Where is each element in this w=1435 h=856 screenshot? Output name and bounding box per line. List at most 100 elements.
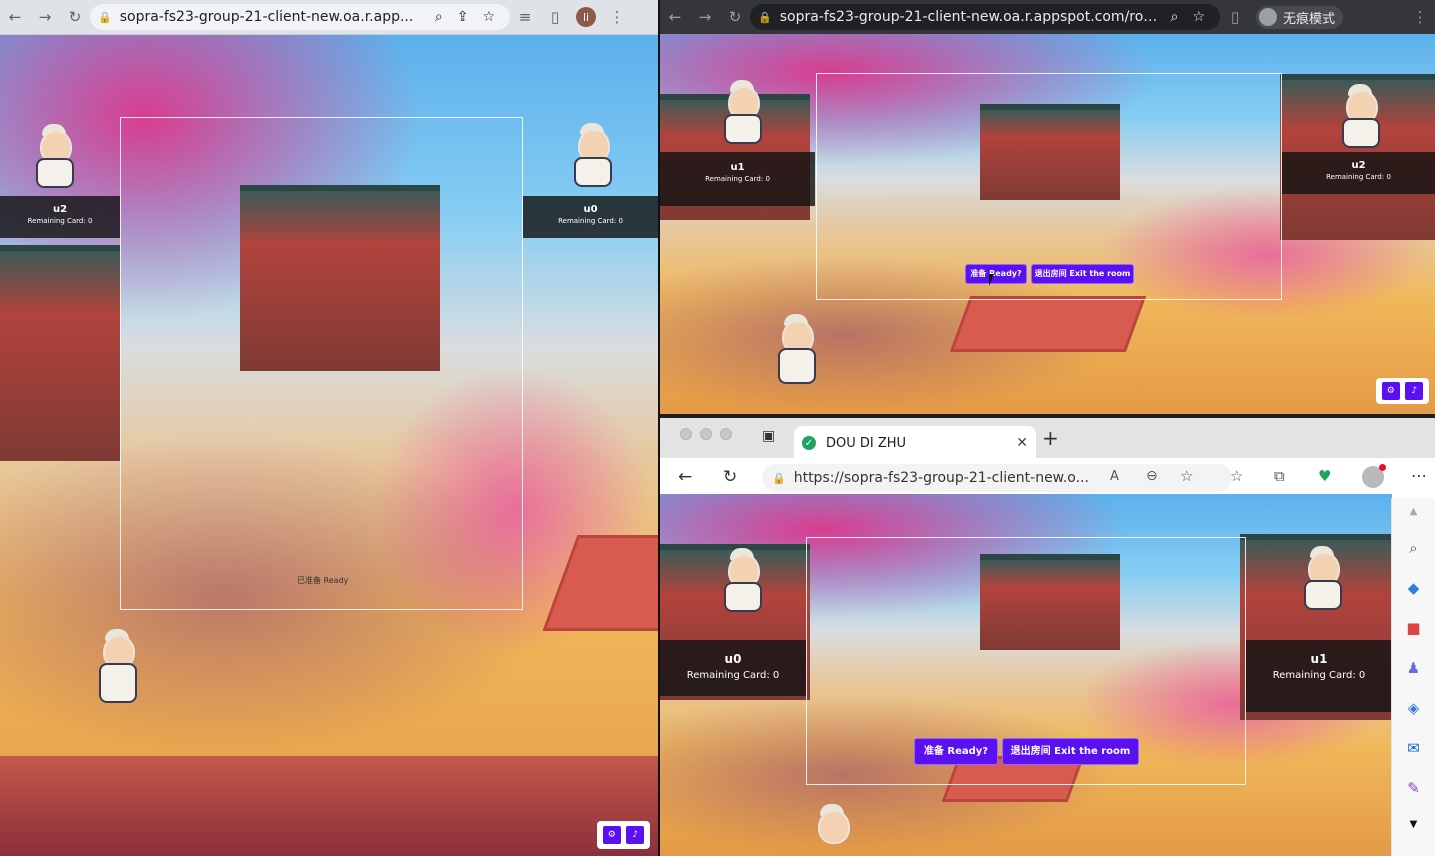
reload-icon[interactable]: ↻ — [723, 467, 737, 487]
search-icon[interactable]: ⌕ — [1409, 539, 1417, 557]
tools-icon[interactable]: ■ — [1406, 619, 1420, 637]
url-text: sopra-fs23-group-21-client-new.oa.r.apps… — [779, 9, 1164, 25]
self-avatar-sprite — [774, 314, 818, 386]
player-avatar-sprite — [1300, 546, 1344, 612]
zoom-out-icon[interactable]: ⊖ — [1146, 468, 1158, 484]
background-building — [0, 245, 120, 461]
close-tab-icon[interactable]: ✕ — [1016, 435, 1028, 451]
game-table-area: 准备 Ready? 退出房间 Exit the room — [816, 73, 1282, 300]
address-bar[interactable]: 🔒 sopra-fs23-group-21-client-new.oa.r.ap… — [750, 4, 1220, 30]
self-avatar-sprite — [95, 629, 139, 705]
sidepanel-icon[interactable]: ▯ — [544, 6, 566, 28]
edge-tab-strip: ▣ ✓ DOU DI ZHU ✕ + — [660, 418, 1435, 460]
remaining-cards: Remaining Card: 0 — [1326, 173, 1391, 181]
player-avatar-sprite — [1338, 84, 1382, 148]
remaining-cards: Remaining Card: 0 — [27, 217, 93, 225]
remaining-cards: Remaining Card: 0 — [705, 175, 770, 183]
favicon-check-icon: ✓ — [802, 436, 816, 450]
collections-icon[interactable]: ⧉ — [1274, 467, 1285, 485]
player-panel: u2 Remaining Card: 0 — [1282, 152, 1435, 194]
sidepanel-icon[interactable]: ▯ — [1224, 6, 1246, 28]
share-icon[interactable]: ⇪ — [457, 9, 469, 25]
player-avatar-sprite — [720, 80, 764, 144]
ready-button[interactable]: 准备 Ready? — [965, 264, 1027, 284]
game-controls: ⚙ ♪ — [597, 821, 650, 849]
reload-icon[interactable]: ↻ — [64, 6, 86, 28]
exit-room-button[interactable]: 退出房间 Exit the room — [1002, 738, 1139, 765]
read-aloud-icon[interactable]: A — [1110, 469, 1119, 484]
floor-carpet — [949, 296, 1147, 352]
bookmark-star-icon[interactable]: ☆ — [1192, 9, 1205, 25]
zoom-icon[interactable]: ⌕ — [1171, 9, 1179, 25]
incognito-toolbar: ← → ↻ 🔒 sopra-fs23-group-21-client-new.o… — [660, 0, 1435, 34]
reload-icon[interactable]: ↻ — [724, 6, 746, 28]
address-bar[interactable]: 🔒 sopra-fs23-group-21-client-new.oa.r.ap… — [90, 4, 510, 30]
player-panel: u0 Remaining Card: 0 — [660, 640, 806, 696]
bookmark-star-icon[interactable]: ☆ — [482, 9, 495, 25]
incognito-icon — [1259, 8, 1277, 26]
left-toolbar: ← → ↻ 🔒 sopra-fs23-group-21-client-new.o… — [0, 0, 658, 35]
close-window-dot[interactable] — [680, 428, 692, 440]
back-icon[interactable]: ← — [664, 6, 686, 28]
media-icon[interactable]: ≡ — [514, 6, 536, 28]
zoom-icon[interactable]: ⌕ — [435, 9, 443, 25]
remaining-cards: Remaining Card: 0 — [558, 217, 623, 225]
player-panel: u0 Remaining Card: 0 — [523, 196, 658, 238]
sound-icon[interactable]: ♪ — [1405, 382, 1424, 400]
player-name: u1 — [730, 162, 745, 173]
game-controls: ⚙ ♪ — [1376, 378, 1429, 404]
floor-edge — [0, 756, 658, 856]
player-name: u2 — [1351, 160, 1366, 171]
scroll-up-icon[interactable]: ▲ — [1410, 506, 1418, 517]
shopping-icon[interactable]: ◆ — [1408, 579, 1420, 597]
game-table-area: 已准备 Ready — [120, 117, 523, 610]
remaining-cards: Remaining Card: 0 — [1272, 670, 1366, 681]
incognito-badge[interactable]: 无痕模式 — [1256, 5, 1344, 29]
add-favorite-icon[interactable]: ☆ — [1180, 467, 1193, 485]
sound-icon[interactable]: ♪ — [626, 826, 645, 844]
zoom-window-dot[interactable] — [720, 428, 732, 440]
settings-icon[interactable]: ⚙ — [1381, 382, 1400, 400]
self-avatar-sprite — [810, 804, 854, 856]
games-icon[interactable]: ♟ — [1407, 659, 1420, 677]
tab-dou-di-zhu[interactable]: ✓ DOU DI ZHU ✕ — [794, 426, 1036, 460]
incognito-browser-window: ← → ↻ 🔒 sopra-fs23-group-21-client-new.o… — [660, 0, 1435, 414]
scroll-down-icon[interactable]: ▼ — [1410, 819, 1418, 830]
forward-icon[interactable]: → — [34, 6, 56, 28]
player-avatar-sprite — [720, 548, 764, 614]
profile-avatar[interactable]: li — [576, 7, 596, 27]
back-icon[interactable]: ← — [678, 467, 692, 487]
menu-icon[interactable]: ⋮ — [606, 6, 628, 28]
address-bar[interactable]: 🔒 https://sopra-fs23-group-21-client-new… — [762, 464, 1232, 492]
game-table-area: 准备 Ready? 退出房间 Exit the room — [806, 537, 1246, 785]
tab-title: DOU DI ZHU — [826, 435, 907, 451]
browser-essentials-icon[interactable]: ♥ — [1318, 467, 1331, 485]
edge-sidebar: ▲ ⌕ ◆ ■ ♟ ◈ ✉ ✎ ▼ + — [1391, 498, 1435, 856]
player-name: u2 — [52, 204, 68, 215]
game-scene: 准备 Ready? 退出房间 Exit the room u1 Remainin… — [660, 34, 1435, 414]
copilot-icon[interactable]: ◈ — [1408, 699, 1420, 717]
remaining-cards: Remaining Card: 0 — [686, 670, 780, 681]
exit-room-button[interactable]: 退出房间 Exit the room — [1031, 264, 1134, 284]
favorites-icon[interactable]: ☆ — [1230, 467, 1243, 485]
ready-button[interactable]: 准备 Ready? — [914, 738, 998, 765]
forward-icon[interactable]: → — [694, 6, 716, 28]
lock-icon: 🔒 — [758, 10, 772, 24]
back-icon[interactable]: ← — [4, 6, 26, 28]
player-avatar-sprite — [32, 124, 76, 188]
lock-icon: 🔒 — [98, 10, 112, 24]
edge-address-row: ← ↻ 🔒 https://sopra-fs23-group-21-client… — [660, 458, 1435, 499]
settings-icon[interactable]: ⚙ — [602, 826, 621, 844]
outlook-icon[interactable]: ✉ — [1407, 739, 1420, 757]
left-browser-window: ← → ↻ 🔒 sopra-fs23-group-21-client-new.o… — [0, 0, 658, 856]
tab-actions-icon[interactable]: ▣ — [762, 428, 775, 444]
player-panel: u2 Remaining Card: 0 — [0, 196, 120, 238]
minimize-window-dot[interactable] — [700, 428, 712, 440]
new-tab-icon[interactable]: + — [1042, 426, 1059, 450]
url-text: https://sopra-fs23-group-21-client-new.o… — [793, 470, 1089, 486]
player-panel: u1 Remaining Card: 0 — [1246, 640, 1392, 712]
designer-icon[interactable]: ✎ — [1407, 779, 1420, 797]
menu-icon[interactable]: ⋮ — [1409, 6, 1431, 28]
settings-more-icon[interactable]: ⋯ — [1411, 466, 1427, 485]
incognito-label: 无痕模式 — [1283, 11, 1336, 27]
